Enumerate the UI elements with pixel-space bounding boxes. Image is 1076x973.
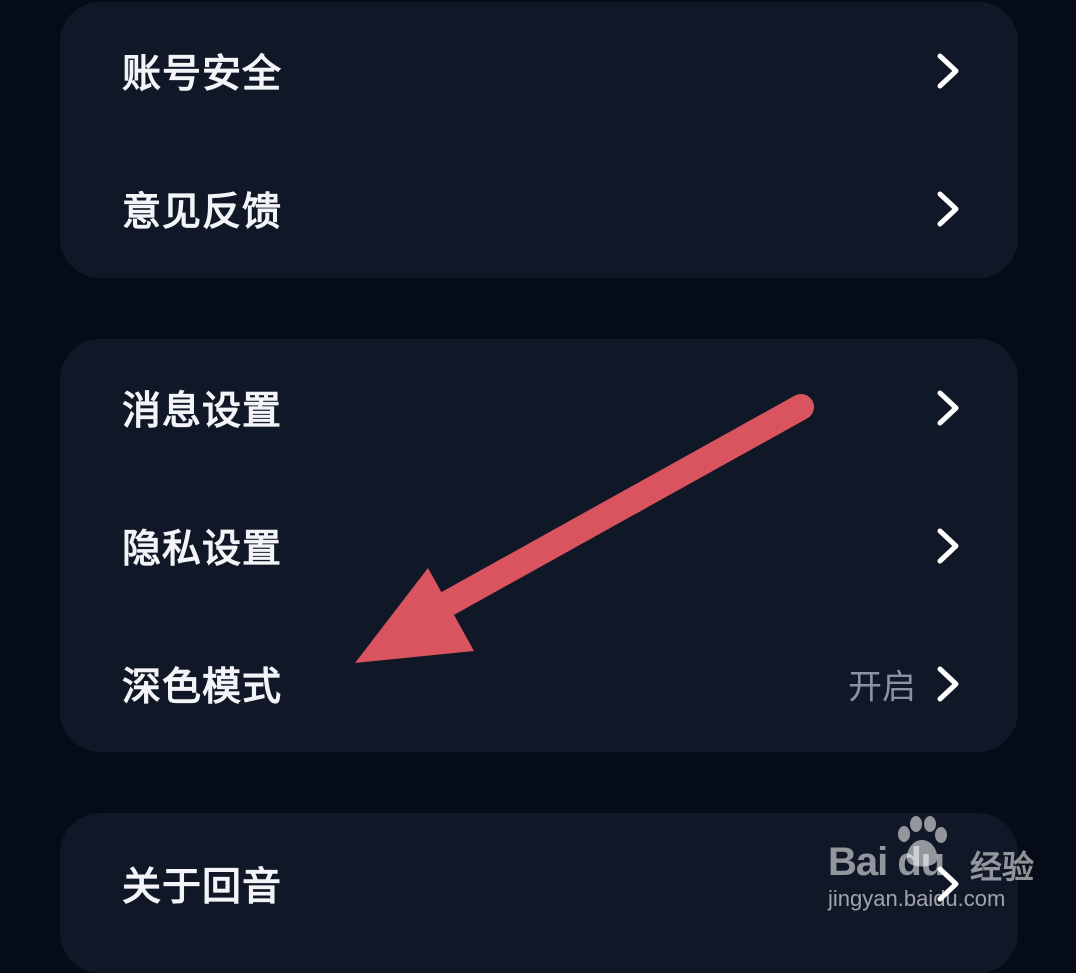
settings-item-label: 关于回音	[122, 865, 283, 910]
chevron-right-icon	[937, 528, 959, 564]
settings-item-privacy-settings[interactable]: 隐私设置	[60, 477, 1018, 615]
settings-item-label: 消息设置	[122, 389, 283, 434]
settings-item-account-security[interactable]: 账号安全	[60, 2, 1018, 140]
chevron-right-icon	[937, 53, 959, 89]
chevron-right-icon	[937, 866, 959, 902]
settings-item-about[interactable]: 关于回音	[60, 815, 1018, 953]
settings-item-label: 意见反馈	[122, 190, 283, 235]
settings-item-label: 账号安全	[122, 52, 283, 97]
settings-item-feedback[interactable]: 意见反馈	[60, 140, 1018, 278]
settings-item-dark-mode[interactable]: 深色模式 开启	[60, 615, 1018, 752]
chevron-right-icon	[937, 191, 959, 227]
settings-item-message-settings[interactable]: 消息设置	[60, 339, 1018, 477]
settings-group-about: 关于回音	[60, 813, 1018, 973]
dark-mode-status: 开启	[848, 667, 916, 708]
settings-group-account: 账号安全 意见反馈	[60, 2, 1018, 278]
chevron-right-icon	[937, 666, 959, 702]
settings-item-label: 深色模式	[122, 665, 283, 710]
settings-item-label: 隐私设置	[122, 527, 283, 572]
chevron-right-icon	[937, 390, 959, 426]
settings-group-preferences: 消息设置 隐私设置 深色模式 开启	[60, 339, 1018, 752]
